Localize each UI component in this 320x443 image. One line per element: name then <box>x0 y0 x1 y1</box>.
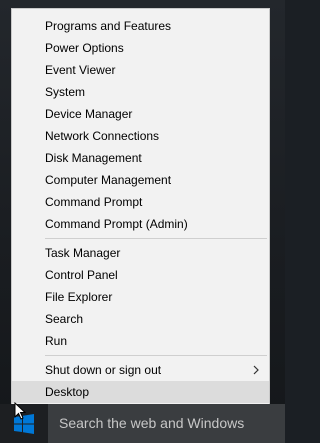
menu-item-label: Device Manager <box>45 107 133 121</box>
menu-separator <box>45 238 267 239</box>
menu-item-label: Power Options <box>45 41 124 55</box>
menu-item-event-viewer[interactable]: Event Viewer <box>12 59 269 81</box>
menu-item-network-connections[interactable]: Network Connections <box>12 125 269 147</box>
menu-item-label: Programs and Features <box>45 19 172 33</box>
menu-separator <box>45 355 267 356</box>
menu-item-label: Command Prompt <box>45 195 143 209</box>
mouse-pointer-icon <box>14 402 26 420</box>
menu-item-programs-and-features[interactable]: Programs and Features <box>12 15 269 37</box>
menu-item-device-manager[interactable]: Device Manager <box>12 103 269 125</box>
menu-item-power-options[interactable]: Power Options <box>12 37 269 59</box>
menu-item-shut-down-or-sign-out[interactable]: Shut down or sign out <box>12 359 269 381</box>
menu-item-computer-management[interactable]: Computer Management <box>12 169 269 191</box>
menu-item-label: Task Manager <box>45 246 121 260</box>
search-placeholder: Search the web and Windows <box>59 415 245 431</box>
menu-item-control-panel[interactable]: Control Panel <box>12 264 269 286</box>
menu-item-label: Control Panel <box>45 268 118 282</box>
menu-item-system[interactable]: System <box>12 81 269 103</box>
quick-link-menu: Programs and Features Power Options Even… <box>11 8 270 405</box>
menu-item-label: Computer Management <box>45 173 172 187</box>
menu-item-file-explorer[interactable]: File Explorer <box>12 286 269 308</box>
taskbar: Search the web and Windows <box>0 404 285 443</box>
menu-item-label: Run <box>45 334 68 348</box>
menu-item-command-prompt-admin[interactable]: Command Prompt (Admin) <box>12 213 269 235</box>
menu-item-task-manager[interactable]: Task Manager <box>12 242 269 264</box>
menu-item-desktop[interactable]: Desktop <box>12 381 269 403</box>
menu-item-label: Search <box>45 312 84 326</box>
menu-item-label: Desktop <box>45 385 90 399</box>
menu-item-label: Shut down or sign out <box>45 363 162 377</box>
menu-item-disk-management[interactable]: Disk Management <box>12 147 269 169</box>
chevron-right-icon <box>253 365 259 375</box>
menu-item-label: System <box>45 85 86 99</box>
menu-item-label: File Explorer <box>45 290 113 304</box>
menu-item-label: Network Connections <box>45 129 160 143</box>
menu-item-run[interactable]: Run <box>12 330 269 352</box>
menu-item-label: Disk Management <box>45 151 142 165</box>
menu-item-label: Command Prompt (Admin) <box>45 217 188 231</box>
taskbar-search-box[interactable]: Search the web and Windows <box>48 404 285 443</box>
menu-item-command-prompt[interactable]: Command Prompt <box>12 191 269 213</box>
menu-item-search[interactable]: Search <box>12 308 269 330</box>
menu-item-label: Event Viewer <box>45 63 116 77</box>
